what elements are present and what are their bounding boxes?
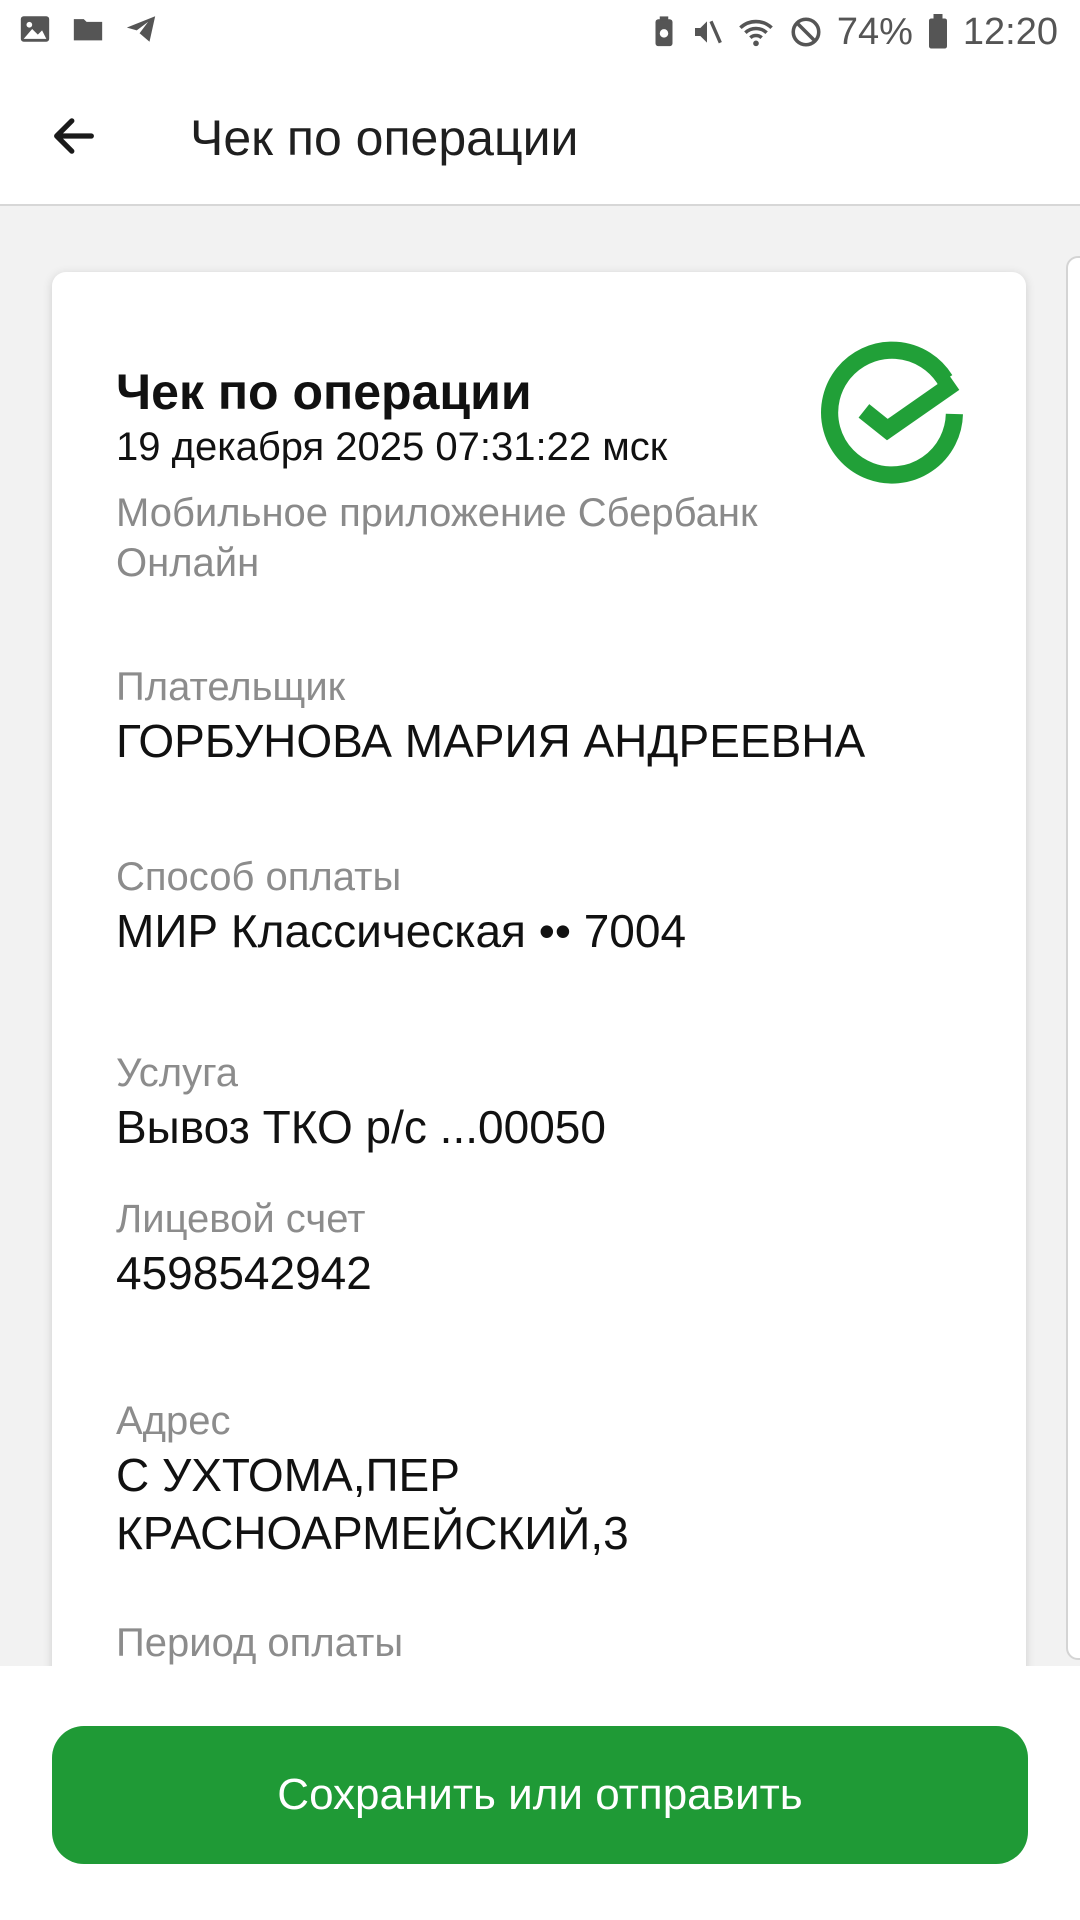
back-button[interactable] [38,102,110,174]
payment-method-field: Способ оплаты МИР Классическая •• 7004 [116,852,976,960]
image-icon [18,12,52,46]
no-disturb-icon [789,15,823,49]
field-value: МИР Классическая •• 7004 [116,905,687,957]
service-field: Услуга Вывоз ТКО р/с ...00050 [116,1048,976,1156]
status-bar-system: 74% 12:20 [651,10,1058,54]
app-bar: Чек по операции [0,64,1080,206]
save-or-send-button[interactable]: Сохранить или отправить [52,1726,1028,1864]
field-label: Адрес [116,1399,231,1443]
success-check-icon [814,336,970,492]
status-bar-notifications [18,12,158,46]
mute-icon [691,15,723,49]
field-label: Услуга [116,1051,239,1095]
clock: 12:20 [962,11,1058,53]
field-value: Вывоз ТКО р/с ...00050 [116,1101,606,1153]
next-receipt-card[interactable] [1066,256,1080,1660]
receipt-card: Чек по операции 19 декабря 2025 07:31:22… [52,272,1026,1666]
folder-icon [70,12,106,46]
field-label: Плательщик [116,665,346,709]
receipt-carousel[interactable]: Чек по операции 19 декабря 2025 07:31:22… [0,206,1080,1666]
account-field: Лицевой счет 4598542942 [116,1194,976,1302]
status-bar: 74% 12:20 [0,0,1080,64]
arrow-back-icon [48,110,100,167]
battery-percent: 74% [836,11,913,53]
battery-saver-icon [651,15,677,49]
field-label: Период оплаты [116,1621,404,1665]
field-value: ГОРБУНОВА МАРИЯ АНДРЕЕВНА [116,715,866,767]
payer-field: Плательщик ГОРБУНОВА МАРИЯ АНДРЕЕВНА [116,662,976,770]
field-label: Лицевой счет [116,1197,366,1241]
bottom-action-bar: Сохранить или отправить [0,1666,1080,1920]
telegram-icon [124,12,158,46]
battery-icon [927,14,949,50]
field-value: С УХТОМА,ПЕР КРАСНОАРМЕЙСКИЙ,3 [116,1449,629,1559]
wifi-icon [737,15,775,49]
field-label: Способ оплаты [116,855,402,899]
page-title: Чек по операции [190,110,579,166]
receipt-source: Мобильное приложение Сбербанк Онлайн [116,491,758,585]
address-field: Адрес С УХТОМА,ПЕР КРАСНОАРМЕЙСКИЙ,3 [116,1396,676,1562]
field-value: 4598542942 [116,1247,372,1299]
payment-period-field: Период оплаты [116,1618,976,1666]
